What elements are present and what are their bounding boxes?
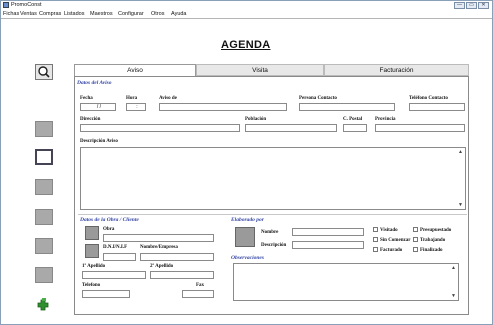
elaborado-descripcion-label: Descripción	[261, 243, 287, 248]
fecha-label: Fecha	[80, 96, 93, 101]
tab-bar: Aviso Visita Facturación	[74, 64, 469, 76]
aviso-panel: Datos del Aviso Fecha / / Hora : Aviso d…	[74, 76, 469, 315]
persona-contacto-field[interactable]	[299, 103, 395, 111]
apellido1-label: 1º Apellido	[82, 264, 106, 269]
aviso-de-field[interactable]	[159, 103, 287, 111]
dni-field[interactable]	[103, 253, 136, 261]
descripcion-aviso-textarea[interactable]: ▲ ▼	[80, 147, 466, 210]
finalizado-checkbox[interactable]: Finalizado	[413, 247, 443, 253]
telefono-contacto-label: Teléfono Contacto	[409, 96, 448, 101]
dni-label: D.N.I/N.I.F	[103, 245, 128, 250]
observaciones-label: Observaciones	[231, 255, 264, 261]
sin-comenzar-checkbox[interactable]: Sin Comenzar	[373, 237, 410, 243]
obra-image	[85, 226, 99, 240]
cpostal-field[interactable]	[343, 124, 367, 132]
menu-bar: Fichas Ventas Compras Listados Maestros …	[1, 10, 492, 19]
sidebar-button-6[interactable]	[35, 267, 53, 283]
telefono-field[interactable]	[82, 290, 130, 298]
scroll-down-icon[interactable]: ▼	[457, 202, 464, 208]
minimize-button[interactable]: —	[454, 2, 465, 9]
menu-fichas[interactable]: Fichas	[3, 11, 19, 17]
visitado-label: Visitado	[380, 228, 398, 233]
window-title: PromoConst	[11, 2, 42, 8]
elaborado-descripcion-field[interactable]	[292, 241, 364, 249]
menu-maestros[interactable]: Maestros	[90, 11, 113, 17]
telefono-label: Telefono	[82, 283, 101, 288]
sidebar-button-3[interactable]	[35, 179, 53, 195]
sin-comenzar-label: Sin Comenzar	[380, 238, 411, 243]
descripcion-aviso-label: Descripción Aviso	[80, 139, 118, 144]
title-bar: PromoConst — ▭ ✕	[1, 1, 492, 10]
close-button[interactable]: ✕	[478, 2, 489, 9]
sidebar-button-5[interactable]	[35, 238, 53, 254]
elaborado-nombre-field[interactable]	[292, 228, 364, 236]
hora-label: Hora	[126, 96, 138, 101]
provincia-field[interactable]	[375, 124, 465, 132]
observaciones-textarea[interactable]: ▲ ▼	[233, 263, 459, 301]
nombre-empresa-label: Nombre/Empresa	[140, 245, 178, 250]
elaborado-image	[235, 227, 255, 247]
search-icon[interactable]	[35, 64, 53, 80]
tab-facturacion[interactable]: Facturación	[324, 64, 469, 76]
tab-visita[interactable]: Visita	[196, 64, 324, 76]
tab-aviso[interactable]: Aviso	[74, 64, 196, 76]
section-datos-aviso: Datos del Aviso	[77, 80, 112, 86]
page-title: AGENDA	[221, 39, 271, 51]
trabajando-label: Trabajando	[420, 238, 446, 243]
elaborado-nombre-label: Nombre	[261, 230, 279, 235]
provincia-label: Provincia	[375, 117, 396, 122]
app-window: PromoConst — ▭ ✕ Fichas Ventas Compras L…	[0, 0, 493, 325]
facturado-checkbox[interactable]: Facturado	[373, 247, 402, 253]
apellido2-label: 2º Apellido	[150, 264, 174, 269]
section-datos-obra: Datos de la Obra / Cliente	[80, 217, 139, 223]
direccion-label: Dirección	[80, 117, 101, 122]
presupuestado-label: Presupuestado	[420, 228, 452, 233]
menu-ayuda[interactable]: Ayuda	[171, 11, 187, 17]
apellido1-field[interactable]	[82, 271, 146, 279]
sidebar-button-agenda[interactable]	[35, 149, 53, 165]
hora-field[interactable]: :	[126, 103, 146, 111]
poblacion-field[interactable]	[245, 124, 337, 132]
trabajando-checkbox[interactable]: Trabajando	[413, 237, 445, 243]
persona-contacto-label: Persona Contacto	[299, 96, 337, 101]
section-elaborado-por: Elaborado por	[231, 217, 264, 223]
puzzle-icon[interactable]	[35, 297, 53, 313]
obs-scroll-up-icon[interactable]: ▲	[450, 265, 457, 271]
divider	[78, 214, 467, 215]
scroll-up-icon[interactable]: ▲	[457, 149, 464, 155]
fax-label: Fax	[196, 283, 205, 288]
fecha-field[interactable]: / /	[80, 103, 116, 111]
menu-ventas[interactable]: Ventas	[20, 11, 37, 17]
sidebar-button-4[interactable]	[35, 209, 53, 225]
obs-scroll-down-icon[interactable]: ▼	[450, 293, 457, 299]
presupuestado-checkbox[interactable]: Presupuestado	[413, 227, 451, 233]
menu-listados[interactable]: Listados	[64, 11, 85, 17]
menu-compras[interactable]: Compras	[39, 11, 61, 17]
direccion-field[interactable]	[80, 124, 240, 132]
visitado-checkbox[interactable]: Visitado	[373, 227, 398, 233]
menu-configurar[interactable]: Configurar	[118, 11, 144, 17]
obra-label: Obra	[103, 227, 115, 232]
sidebar-button-1[interactable]	[35, 121, 53, 137]
cliente-image	[85, 244, 99, 258]
poblacion-label: Población	[245, 117, 267, 122]
finalizado-label: Finalizado	[420, 248, 443, 253]
obra-field[interactable]	[103, 234, 214, 242]
telefono-contacto-field[interactable]	[409, 103, 465, 111]
apellido2-field[interactable]	[150, 271, 214, 279]
fax-field[interactable]	[182, 290, 214, 298]
menu-otros[interactable]: Otros	[151, 11, 164, 17]
aviso-de-label: Aviso de	[159, 96, 177, 101]
cpostal-label: C. Postal	[343, 117, 363, 122]
app-icon	[3, 2, 9, 8]
facturado-label: Facturado	[380, 248, 403, 253]
nombre-empresa-field[interactable]	[140, 253, 214, 261]
maximize-button[interactable]: ▭	[466, 2, 477, 9]
